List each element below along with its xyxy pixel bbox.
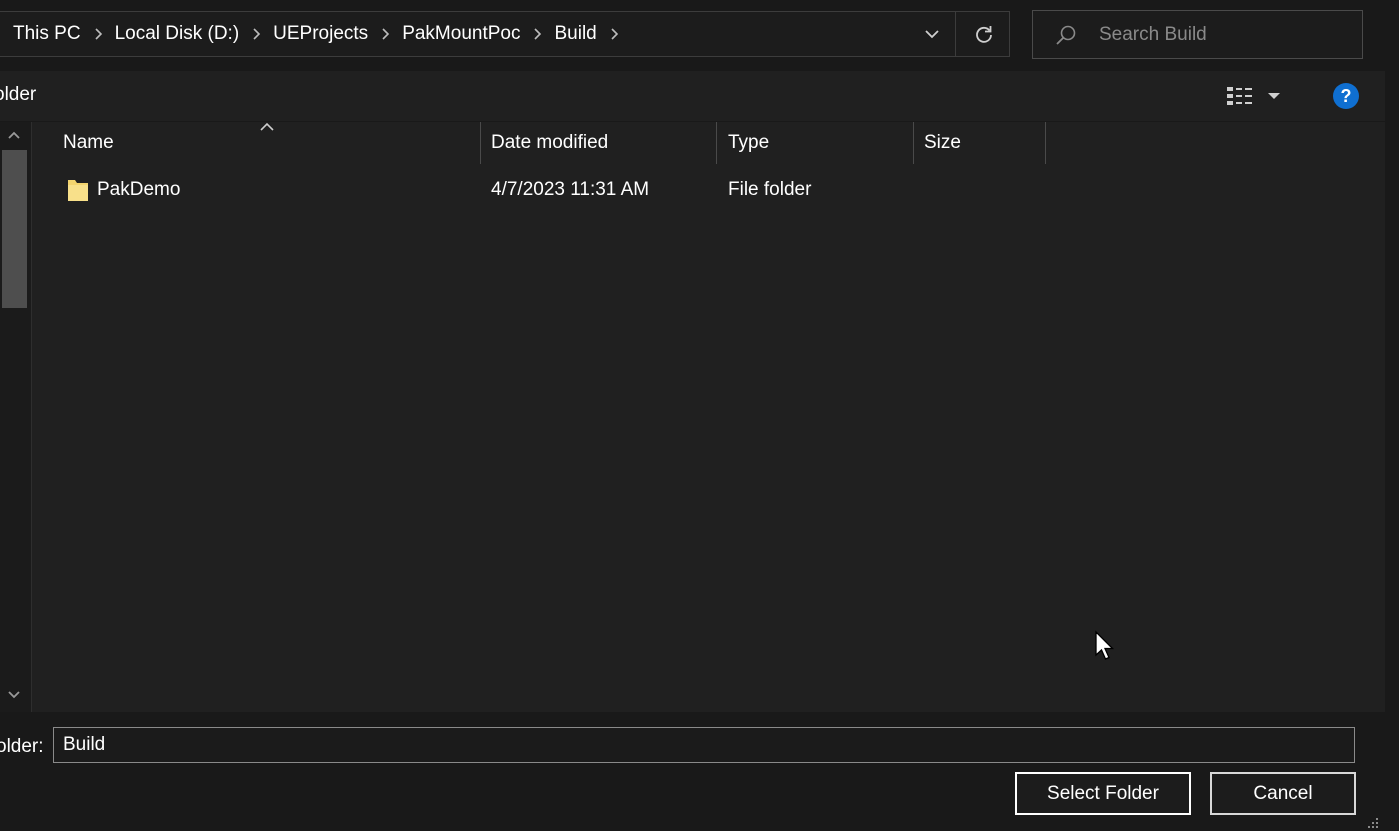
file-name[interactable]: PakDemo bbox=[97, 170, 180, 210]
address-history-dropdown[interactable] bbox=[913, 12, 951, 56]
folder-name-input[interactable] bbox=[53, 727, 1355, 763]
scroll-thumb[interactable] bbox=[2, 150, 27, 308]
chevron-right-icon[interactable] bbox=[374, 28, 396, 40]
file-date-modified: 4/7/2023 11:31 AM bbox=[491, 179, 650, 200]
scroll-up-icon[interactable] bbox=[7, 130, 21, 140]
refresh-button[interactable] bbox=[959, 12, 1009, 56]
command-bar: older ? bbox=[0, 71, 1399, 121]
breadcrumb: This PC Local Disk (D:) UEProjects PakMo… bbox=[11, 12, 629, 56]
cancel-button[interactable]: Cancel bbox=[1210, 772, 1356, 815]
chevron-down-icon bbox=[925, 30, 939, 39]
refresh-icon bbox=[976, 26, 992, 43]
chevron-down-icon bbox=[1268, 93, 1280, 99]
sort-up-icon bbox=[260, 122, 274, 131]
column-header-size-label: Size bbox=[924, 132, 961, 153]
address-divider bbox=[955, 12, 956, 56]
folder-icon bbox=[68, 180, 88, 201]
address-bar[interactable]: This PC Local Disk (D:) UEProjects PakMo… bbox=[0, 11, 1010, 57]
column-header-date-label: Date modified bbox=[491, 132, 609, 153]
select-folder-button[interactable]: Select Folder bbox=[1015, 772, 1191, 815]
window-edge bbox=[1385, 0, 1399, 831]
column-header-date-modified[interactable]: Date modified bbox=[491, 122, 716, 164]
new-folder-button[interactable]: older bbox=[0, 84, 36, 106]
folder-label: older: bbox=[0, 736, 44, 757]
column-header-type-label: Type bbox=[728, 132, 770, 153]
breadcrumb-pakmountpoc[interactable]: PakMountPoc bbox=[400, 23, 522, 45]
column-divider[interactable] bbox=[480, 122, 481, 164]
column-divider[interactable] bbox=[1045, 122, 1046, 164]
help-icon[interactable]: ? bbox=[1333, 83, 1359, 109]
column-header-type[interactable]: Type bbox=[728, 122, 913, 164]
breadcrumb-build[interactable]: Build bbox=[552, 23, 598, 45]
search-icon bbox=[1056, 25, 1076, 45]
nav-pane-scrollbar[interactable] bbox=[0, 122, 32, 712]
column-divider[interactable] bbox=[716, 122, 717, 164]
breadcrumb-ueprojects[interactable]: UEProjects bbox=[271, 23, 370, 45]
chevron-right-icon[interactable] bbox=[245, 28, 267, 40]
view-options-icon bbox=[1227, 87, 1252, 105]
chevron-right-icon[interactable] bbox=[526, 28, 548, 40]
chevron-right-icon[interactable] bbox=[87, 28, 109, 40]
file-type: File folder bbox=[728, 179, 812, 200]
scroll-down-icon[interactable] bbox=[7, 690, 21, 700]
chevron-right-icon[interactable] bbox=[603, 28, 625, 40]
file-list bbox=[0, 122, 1385, 712]
breadcrumb-local-disk[interactable]: Local Disk (D:) bbox=[113, 23, 242, 45]
column-divider[interactable] bbox=[913, 122, 914, 164]
view-options-button[interactable] bbox=[1225, 81, 1289, 111]
column-header-size[interactable]: Size bbox=[924, 122, 1044, 164]
mouse-cursor-icon bbox=[1095, 630, 1115, 660]
search-input[interactable] bbox=[1097, 19, 1351, 51]
search-box[interactable] bbox=[1032, 10, 1363, 59]
resize-grip-icon[interactable] bbox=[1366, 817, 1380, 829]
breadcrumb-this-pc[interactable]: This PC bbox=[11, 23, 83, 45]
column-header-name-label: Name bbox=[63, 132, 114, 153]
table-row[interactable]: PakDemo 4/7/2023 11:31 AM File folder bbox=[34, 170, 1385, 210]
